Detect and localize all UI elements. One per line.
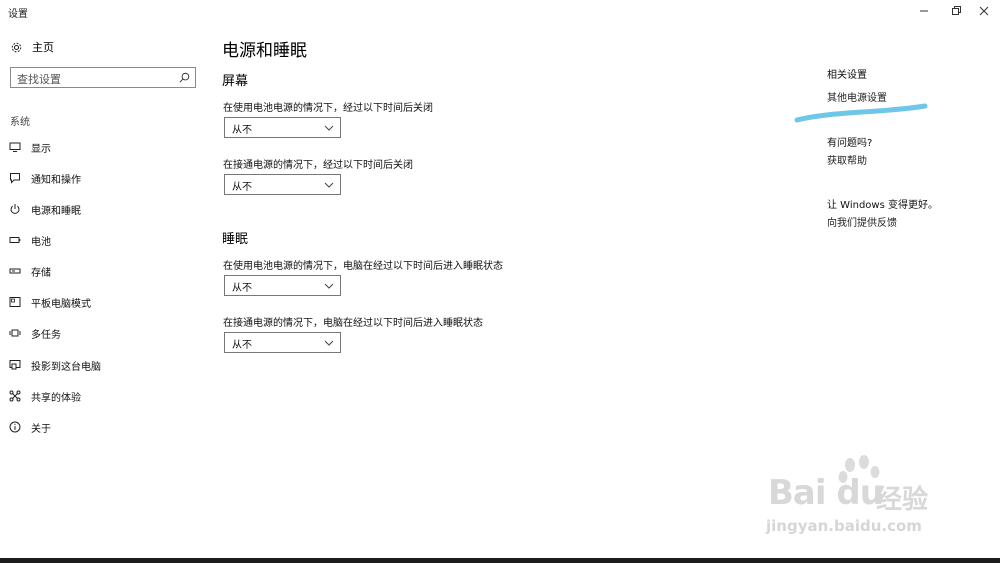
section-title-screen: 屏幕 (222, 74, 249, 89)
shared-experiences-icon (9, 390, 21, 402)
close-button[interactable] (968, 0, 1000, 22)
sidebar-item-label: 共享的体验 (31, 392, 81, 404)
dropdown-value: 从不 (232, 125, 252, 136)
page-title: 电源和睡眠 (222, 41, 307, 61)
storage-icon (9, 265, 21, 277)
sidebar-item-notifications[interactable]: 通知和操作 (0, 166, 205, 190)
section-title-sleep: 睡眠 (222, 232, 249, 247)
sidebar-item-label: 多任务 (31, 329, 61, 341)
search-icon[interactable] (178, 71, 191, 84)
window-title: 设置 (8, 9, 28, 20)
chevron-down-icon (324, 283, 334, 289)
screen-plugged-dropdown[interactable]: 从不 (224, 174, 341, 195)
display-icon (9, 141, 21, 153)
sidebar-item-display[interactable]: 显示 (0, 135, 205, 159)
sidebar-item-label: 投影到这台电脑 (31, 361, 101, 373)
question-heading: 有问题吗? (827, 138, 873, 149)
home-label: 主页 (32, 41, 54, 54)
screen-battery-dropdown[interactable]: 从不 (224, 117, 341, 138)
sidebar-item-label: 平板电脑模式 (31, 298, 91, 310)
multitasking-icon (9, 327, 21, 339)
related-settings-heading: 相关设置 (827, 70, 867, 81)
battery-icon (9, 234, 21, 246)
sidebar-item-power-sleep[interactable]: 电源和睡眠 (0, 197, 205, 221)
dropdown-value: 从不 (232, 283, 252, 294)
sidebar-item-multitasking[interactable]: 多任务 (0, 321, 205, 345)
give-feedback-link[interactable]: 向我们提供反馈 (827, 214, 897, 229)
get-help-link[interactable]: 获取帮助 (827, 152, 867, 167)
power-icon (9, 203, 21, 215)
watermark-logo: Bai du (768, 473, 884, 513)
sidebar-item-label: 电池 (31, 236, 51, 248)
chevron-down-icon (324, 340, 334, 346)
search-input[interactable]: 查找设置 (10, 67, 196, 88)
sleep-battery-dropdown[interactable]: 从不 (224, 275, 341, 296)
sidebar-item-label: 通知和操作 (31, 174, 81, 186)
close-icon (979, 6, 989, 16)
sidebar-item-about[interactable]: 关于 (0, 415, 205, 439)
minimize-button[interactable] (908, 0, 940, 22)
gear-icon (11, 42, 22, 52)
watermark-cn: 经验 (876, 485, 929, 515)
sidebar: 主页 查找设置 系统 显示 通知和操作 电源和睡眠 电池 存储 平板电脑模式 多… (0, 22, 205, 542)
sidebar-item-label: 存储 (31, 267, 51, 279)
sidebar-item-label: 显示 (31, 143, 51, 155)
sleep-battery-label: 在使用电池电源的情况下，电脑在经过以下时间后进入睡眠状态 (223, 261, 503, 272)
sleep-plugged-label: 在接通电源的情况下，电脑在经过以下时间后进入睡眠状态 (223, 318, 483, 329)
maximize-icon (952, 6, 961, 15)
sidebar-item-shared-experiences[interactable]: 共享的体验 (0, 384, 205, 408)
minimize-icon (920, 10, 928, 12)
chevron-down-icon (324, 182, 334, 188)
sidebar-item-label: 关于 (31, 423, 51, 435)
sidebar-item-label: 电源和睡眠 (31, 205, 81, 217)
screen-battery-label: 在使用电池电源的情况下，经过以下时间后关闭 (223, 103, 433, 114)
section-label-system: 系统 (10, 117, 30, 128)
bottom-edge (0, 558, 1000, 563)
home-nav-item[interactable]: 主页 (10, 39, 54, 55)
notifications-icon (9, 172, 21, 184)
sleep-plugged-dropdown[interactable]: 从不 (224, 332, 341, 353)
related-settings-panel: 相关设置 其他电源设置 有问题吗? 获取帮助 让 Windows 变得更好。 向… (827, 22, 997, 322)
search-placeholder: 查找设置 (17, 73, 61, 86)
tablet-mode-icon (9, 296, 21, 308)
title-bar: 设置 (0, 0, 1000, 22)
dropdown-value: 从不 (232, 182, 252, 193)
sidebar-item-projecting[interactable]: 投影到这台电脑 (0, 353, 205, 377)
improve-windows-heading: 让 Windows 变得更好。 (827, 200, 938, 211)
main-content: 电源和睡眠 屏幕 在使用电池电源的情况下，经过以下时间后关闭 从不 在接通电源的… (222, 22, 782, 542)
sidebar-item-tablet-mode[interactable]: 平板电脑模式 (0, 290, 205, 314)
sidebar-item-storage[interactable]: 存储 (0, 259, 205, 283)
projecting-icon (9, 359, 21, 371)
sidebar-item-battery[interactable]: 电池 (0, 228, 205, 252)
baidu-watermark: Bai du 经验 jingyan.baidu.com (760, 455, 950, 545)
highlight-stroke (794, 103, 928, 123)
watermark-url: jingyan.baidu.com (766, 517, 922, 535)
dropdown-value: 从不 (232, 340, 252, 351)
chevron-down-icon (324, 125, 334, 131)
info-icon (9, 421, 21, 433)
screen-plugged-label: 在接通电源的情况下，经过以下时间后关闭 (223, 160, 413, 171)
